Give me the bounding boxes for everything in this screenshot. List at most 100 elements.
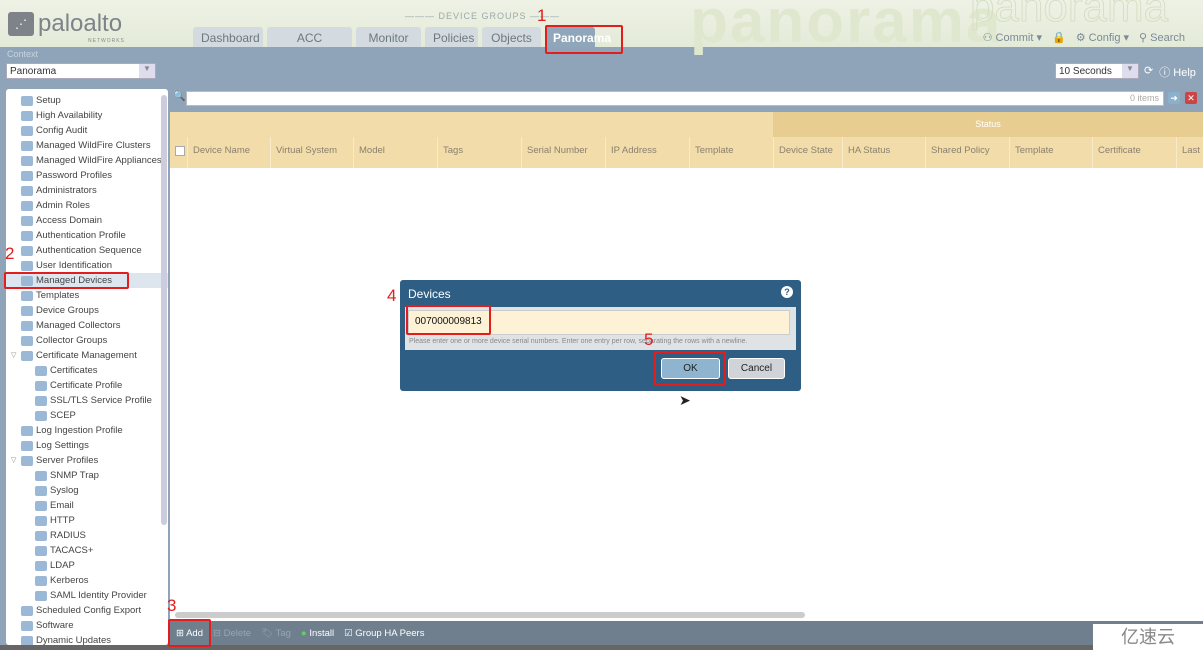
expand-icon[interactable]: ▽ [11, 348, 19, 363]
sidebar-item-dynamic-updates[interactable]: Dynamic Updates [6, 633, 168, 645]
item-icon [21, 95, 33, 106]
filter-input[interactable]: 0 items [186, 91, 1164, 106]
sidebar-item-access-domain[interactable]: Access Domain [6, 213, 168, 228]
column-header[interactable]: Virtual System [270, 137, 353, 168]
sidebar-item-authentication-profile[interactable]: Authentication Profile [6, 228, 168, 243]
tag-button[interactable]: 🏷 Tag [261, 628, 291, 639]
column-header[interactable]: IP Address [605, 137, 689, 168]
sidebar-item-managed-collectors[interactable]: Managed Collectors [6, 318, 168, 333]
column-header[interactable]: Last [1176, 137, 1203, 168]
column-header[interactable]: Tags [437, 137, 521, 168]
sidebar-item-label: RADIUS [50, 530, 86, 541]
sidebar-item-saml-identity-provider[interactable]: SAML Identity Provider [6, 588, 168, 603]
sidebar-item-snmp-trap[interactable]: SNMP Trap [6, 468, 168, 483]
sidebar-item-server-profiles[interactable]: ▽ Server Profiles [6, 453, 168, 468]
commit-button[interactable]: ⚇ Commit ▾ [983, 31, 1042, 44]
column-header[interactable]: Serial Number [521, 137, 605, 168]
sidebar-item-device-groups[interactable]: Device Groups [6, 303, 168, 318]
annotation-number: 1 [537, 6, 547, 25]
sidebar-item-label: HTTP [50, 515, 75, 526]
group-ha-peers-checkbox[interactable]: ☑ Group HA Peers [344, 628, 424, 639]
sidebar-item-label: Certificate Profile [50, 380, 123, 391]
item-icon [21, 320, 33, 331]
sidebar-item-scheduled-config-export[interactable]: Scheduled Config Export [6, 603, 168, 618]
item-icon [21, 155, 33, 166]
sidebar-scrollbar[interactable] [161, 95, 167, 525]
select-all-checkbox[interactable] [175, 146, 185, 156]
refresh-interval-select[interactable]: 10 Seconds ▼ [1055, 63, 1139, 79]
sidebar-item-label: Access Domain [36, 215, 102, 226]
annotation-box-4 [406, 305, 491, 335]
sidebar-item-certificate-management[interactable]: ▽ Certificate Management [6, 348, 168, 363]
sidebar-item-label: Log Settings [36, 440, 89, 451]
delete-button[interactable]: ⊟ Delete [213, 628, 251, 639]
column-header[interactable]: Device State [773, 137, 842, 168]
tab-policies[interactable]: Policies [425, 27, 478, 47]
annotation-number: 5 [644, 330, 654, 349]
sidebar-item-label: Kerberos [50, 575, 89, 586]
sidebar-item-managed-wildfire-clusters[interactable]: Managed WildFire Clusters [6, 138, 168, 153]
sidebar-item-radius[interactable]: RADIUS [6, 528, 168, 543]
tab-monitor[interactable]: Monitor [356, 27, 421, 47]
sidebar-item-http[interactable]: HTTP [6, 513, 168, 528]
column-header[interactable]: Template [689, 137, 773, 168]
column-header[interactable]: HA Status [842, 137, 925, 168]
annotation-number: 4 [387, 286, 397, 305]
logo-icon: ⋰ [8, 12, 34, 36]
sidebar-item-collector-groups[interactable]: Collector Groups [6, 333, 168, 348]
clear-filter-icon[interactable]: ✕ [1185, 92, 1197, 104]
sidebar-item-certificates[interactable]: Certificates [6, 363, 168, 378]
sidebar-item-log-ingestion-profile[interactable]: Log Ingestion Profile [6, 423, 168, 438]
item-icon [21, 605, 33, 616]
tab-acc[interactable]: ACC [267, 27, 352, 47]
sidebar-item-scep[interactable]: SCEP [6, 408, 168, 423]
sidebar-item-tacacs-[interactable]: TACACS+ [6, 543, 168, 558]
sidebar-item-syslog[interactable]: Syslog [6, 483, 168, 498]
sidebar-item-email[interactable]: Email [6, 498, 168, 513]
sidebar-item-high-availability[interactable]: High Availability [6, 108, 168, 123]
tab-dashboard[interactable]: Dashboard [193, 27, 263, 47]
lock-icon[interactable]: 🔒 [1052, 31, 1066, 44]
search-button[interactable]: ⚲ Search [1139, 31, 1185, 44]
annotation-box-5 [654, 351, 726, 386]
sidebar-item-software[interactable]: Software [6, 618, 168, 633]
sidebar-item-user-identification[interactable]: User Identification [6, 258, 168, 273]
sidebar-item-kerberos[interactable]: Kerberos [6, 573, 168, 588]
item-icon [21, 260, 33, 271]
sidebar-item-administrators[interactable]: Administrators [6, 183, 168, 198]
help-button[interactable]: ⓘ Help [1159, 64, 1196, 80]
sidebar-item-ldap[interactable]: LDAP [6, 558, 168, 573]
sidebar-item-config-audit[interactable]: Config Audit [6, 123, 168, 138]
apply-filter-icon[interactable]: ➜ [1168, 92, 1180, 104]
sidebar-item-setup[interactable]: Setup [6, 93, 168, 108]
help-icon[interactable]: ? [781, 286, 793, 298]
annotation-number: 2 [5, 244, 15, 263]
refresh-icon[interactable]: ⟳ [1144, 64, 1153, 80]
tab-objects[interactable]: Objects [482, 27, 541, 47]
sidebar-item-certificate-profile[interactable]: Certificate Profile [6, 378, 168, 393]
sidebar-item-managed-wildfire-appliances[interactable]: Managed WildFire Appliances [6, 153, 168, 168]
yisu-watermark-logo: 亿速云 [1093, 624, 1203, 650]
sidebar-item-password-profiles[interactable]: Password Profiles [6, 168, 168, 183]
sidebar-item-authentication-sequence[interactable]: Authentication Sequence [6, 243, 168, 258]
column-header[interactable]: Model [353, 137, 437, 168]
column-header[interactable]: Template [1009, 137, 1092, 168]
sidebar-item-templates[interactable]: Templates [6, 288, 168, 303]
context-select[interactable]: Panorama ▼ [6, 63, 156, 79]
column-header[interactable]: Certificate [1092, 137, 1176, 168]
sidebar-item-admin-roles[interactable]: Admin Roles [6, 198, 168, 213]
item-icon [21, 200, 33, 211]
column-header[interactable]: Shared Policy [925, 137, 1009, 168]
config-button[interactable]: ⚙ Config ▾ [1076, 31, 1129, 44]
horizontal-scrollbar[interactable] [175, 612, 805, 618]
annotation-box-1 [545, 25, 623, 54]
install-button[interactable]: ● Install [301, 628, 334, 639]
expand-icon[interactable]: ▽ [11, 453, 19, 468]
item-icon [35, 560, 47, 571]
sidebar-item-ssl-tls-service-profile[interactable]: SSL/TLS Service Profile [6, 393, 168, 408]
cancel-button[interactable]: Cancel [728, 358, 785, 379]
column-header[interactable]: Device Name [187, 137, 270, 168]
mouse-cursor: ➤ [679, 392, 691, 408]
sidebar-item-label: Config Audit [36, 125, 88, 136]
sidebar-item-log-settings[interactable]: Log Settings [6, 438, 168, 453]
